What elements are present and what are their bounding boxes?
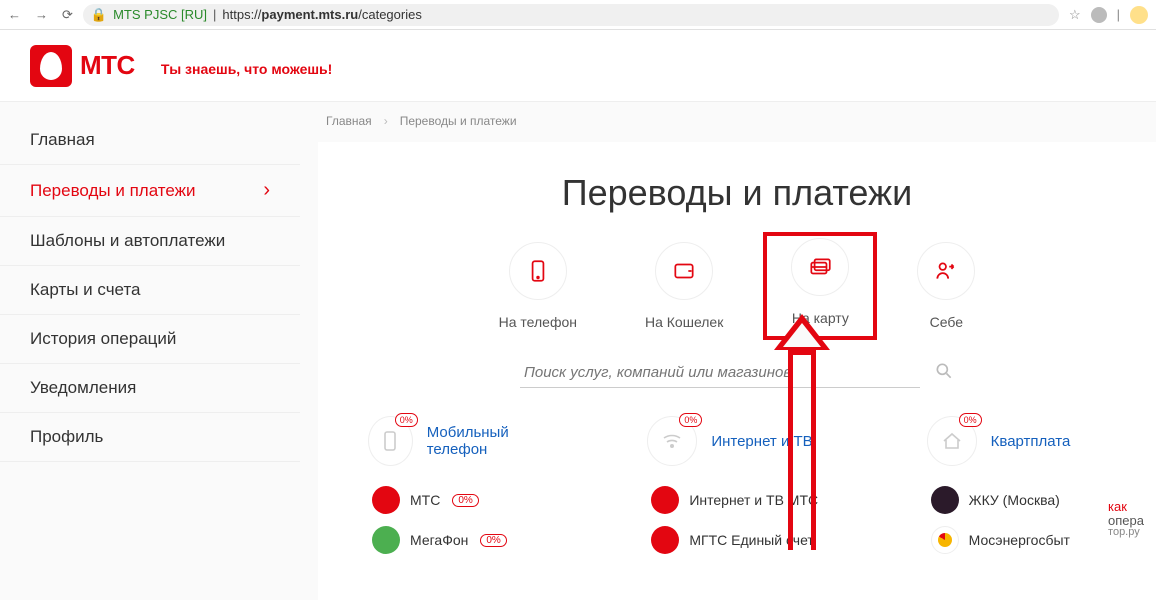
page-title: Переводы и платежи [358,172,1116,214]
category-mobile: 0% Мобильный телефон МТС 0% МегаФон 0% [368,416,557,560]
tile-to-wallet[interactable]: На Кошелек [645,242,723,330]
category-title[interactable]: Квартплата [991,433,1071,450]
tile-label: На Кошелек [645,314,723,330]
provider-label: МГТС Единый счет [689,532,814,548]
tile-to-self[interactable]: Себе [917,242,975,330]
provider-label: МегаФон [410,532,468,548]
zero-percent-badge: 0% [959,413,982,427]
wallet-icon [655,242,713,300]
mts-provider-icon [651,526,679,554]
sidebar-item-cards[interactable]: Карты и счета [0,266,300,315]
provider-label: МТС [410,492,440,508]
provider-item[interactable]: Мосэнергосбыт [927,520,1116,560]
search-input[interactable] [520,358,920,388]
address-url: https://payment.mts.ru/categories [222,7,421,22]
mts-provider-icon [651,486,679,514]
chevron-right-icon: › [263,179,270,202]
sidebar-item-templates[interactable]: Шаблоны и автоплатежи [0,217,300,266]
megafon-provider-icon [372,526,400,554]
category-utilities: 0% Квартплата ЖКУ (Москва) Мосэнергосбыт [927,416,1116,560]
category-title[interactable]: Интернет и ТВ [711,433,812,450]
mosenergo-provider-icon [931,526,959,554]
sidebar-item-profile[interactable]: Профиль [0,413,300,462]
transfer-tiles: На телефон На Кошелек На карту [358,242,1116,330]
provider-label: Мосэнергосбыт [969,532,1070,548]
search-icon[interactable] [934,361,954,386]
breadcrumb: Главная › Переводы и платежи [318,114,1156,128]
address-separator: | [213,7,216,22]
browser-address-bar: ← → ⟳ 🔒 MTS PJSC [RU] | https://payment.… [0,0,1156,30]
category-title[interactable]: Мобильный телефон [427,424,558,458]
wifi-icon: 0% [647,416,697,466]
nav-reload-icon[interactable]: ⟳ [62,7,73,23]
breadcrumb-current: Переводы и платежи [400,114,517,128]
tile-to-phone[interactable]: На телефон [499,242,577,330]
provider-label: Интернет и ТВ МТС [689,492,818,508]
tile-label: Себе [930,314,963,330]
address-field[interactable]: 🔒 MTS PJSC [RU] | https://payment.mts.ru… [83,4,1059,26]
provider-item[interactable]: МТС 0% [368,480,557,520]
sidebar-item-history[interactable]: История операций [0,315,300,364]
main-panel: Переводы и платежи На телефон На Кошелек [318,142,1156,602]
mts-provider-icon [372,486,400,514]
profile-avatar-icon[interactable] [1130,6,1148,24]
zero-percent-badge: 0% [480,534,506,547]
tile-to-card[interactable]: На карту [767,236,873,336]
site-header: МТС Ты знаешь, что можешь! [0,30,1156,102]
toolbar-separator: | [1117,7,1120,22]
provider-item[interactable]: Интернет и ТВ МТС [647,480,836,520]
mobile-icon: 0% [368,416,413,466]
zero-percent-badge: 0% [452,494,478,507]
provider-item[interactable]: МГТС Единый счет [647,520,836,560]
nav-forward-icon[interactable]: → [35,7,48,23]
sidebar-nav: Главная Переводы и платежи › Шаблоны и а… [0,102,300,600]
lock-icon: 🔒 [91,7,107,23]
globe-icon[interactable] [1091,7,1107,23]
nav-back-icon[interactable]: ← [8,7,21,23]
chevron-right-icon: › [384,114,388,128]
phone-outline-icon [509,242,567,300]
breadcrumb-root[interactable]: Главная [326,114,372,128]
org-label: MTS PJSC [RU] [113,7,207,22]
tile-label: На карту [792,310,849,326]
house-icon: 0% [927,416,977,466]
sidebar-item-home[interactable]: Главная [0,116,300,165]
brand-slogan: Ты знаешь, что можешь! [161,61,333,77]
sidebar-item-notifications[interactable]: Уведомления [0,364,300,413]
tile-label: На телефон [499,314,577,330]
zero-percent-badge: 0% [395,413,418,427]
sidebar-item-transfers[interactable]: Переводы и платежи › [0,165,300,217]
bookmark-star-icon[interactable]: ☆ [1069,7,1081,23]
category-internet-tv: 0% Интернет и ТВ Интернет и ТВ МТС МГТС … [647,416,836,560]
mts-egg-icon [30,45,72,87]
brand-logo[interactable]: МТС [30,45,135,87]
zhku-provider-icon [931,486,959,514]
cards-icon [791,238,849,296]
provider-item[interactable]: ЖКУ (Москва) [927,480,1116,520]
brand-name: МТС [80,50,135,81]
provider-item[interactable]: МегаФон 0% [368,520,557,560]
zero-percent-badge: 0% [679,413,702,427]
self-transfer-icon [917,242,975,300]
provider-label: ЖКУ (Москва) [969,492,1060,508]
